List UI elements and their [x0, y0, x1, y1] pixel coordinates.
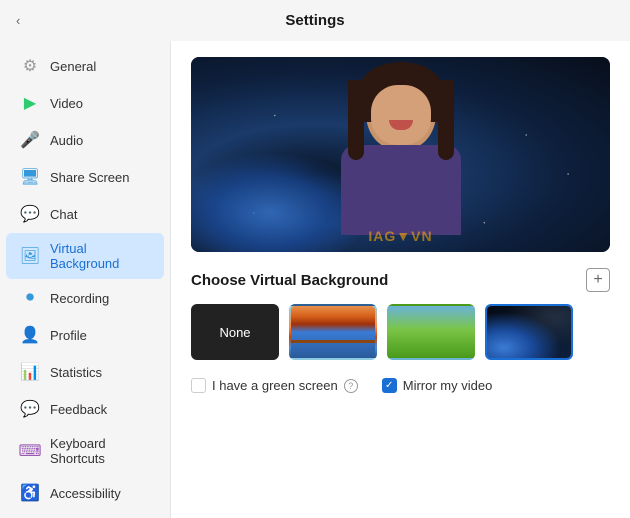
sidebar-icon-video: ▶	[20, 93, 40, 113]
person-preview	[331, 60, 471, 250]
sidebar-icon-profile: 👤	[20, 325, 40, 345]
sidebar-label-video: Video	[50, 96, 83, 111]
section-title: Choose Virtual Background	[191, 272, 388, 289]
sidebar-item-share-screen[interactable]: 🖥 Share Screen	[6, 159, 164, 195]
sidebar-item-chat[interactable]: 💬 Chat	[6, 196, 164, 232]
sidebar-label-virtual-background: Virtual Background	[50, 241, 150, 271]
person-hair-right	[438, 80, 454, 160]
person-smile	[389, 120, 413, 130]
sidebar-item-accessibility[interactable]: ♿ Accessibility	[6, 475, 164, 511]
sidebar-item-feedback[interactable]: 💬 Feedback	[6, 391, 164, 427]
video-bg: IAG▼VN	[191, 57, 610, 252]
sidebar-label-audio: Audio	[50, 133, 83, 148]
green-screen-text: I have a green screen	[212, 378, 338, 393]
sidebar-label-keyboard-shortcuts: Keyboard Shortcuts	[50, 436, 150, 466]
person-hair-left	[348, 80, 364, 160]
back-button[interactable]: ‹	[16, 13, 20, 28]
sidebar-icon-audio: 🎤	[20, 130, 40, 150]
sidebar-item-keyboard-shortcuts[interactable]: ⌨ Keyboard Shortcuts	[6, 428, 164, 474]
green-screen-label[interactable]: I have a green screen ?	[191, 378, 358, 393]
mirror-video-checkbox[interactable]	[382, 378, 397, 393]
sidebar-item-recording[interactable]: ⏺ Recording	[6, 280, 164, 316]
sidebar-icon-chat: 💬	[20, 204, 40, 224]
sidebar-icon-general: ⚙	[20, 56, 40, 76]
sidebar: ⚙ General ▶ Video 🎤 Audio 🖥 Share Screen…	[0, 41, 170, 518]
person-face	[371, 85, 431, 145]
person-head	[366, 70, 436, 150]
sidebar-label-accessibility: Accessibility	[50, 486, 121, 501]
green-screen-checkbox[interactable]	[191, 378, 206, 393]
video-preview: IAG▼VN	[191, 57, 610, 252]
sidebar-item-statistics[interactable]: 📊 Statistics	[6, 354, 164, 390]
sidebar-item-virtual-background[interactable]: 🖼 Virtual Background	[6, 233, 164, 279]
content-area: IAG▼VN Choose Virtual Background + None …	[170, 41, 630, 518]
sidebar-label-feedback: Feedback	[50, 402, 107, 417]
page-title: Settings	[285, 12, 344, 29]
mirror-video-text: Mirror my video	[403, 378, 493, 393]
sidebar-icon-feedback: 💬	[20, 399, 40, 419]
sidebar-item-general[interactable]: ⚙ General	[6, 48, 164, 84]
sidebar-label-recording: Recording	[50, 291, 109, 306]
sidebar-label-general: General	[50, 59, 96, 74]
sidebar-label-statistics: Statistics	[50, 365, 102, 380]
sidebar-icon-virtual-background: 🖼	[20, 246, 40, 266]
bg-option-grass[interactable]	[387, 304, 475, 360]
sidebar-label-share-screen: Share Screen	[50, 170, 130, 185]
add-background-button[interactable]: +	[586, 268, 610, 292]
sidebar-icon-statistics: 📊	[20, 362, 40, 382]
bottom-options: I have a green screen ? Mirror my video	[191, 378, 610, 393]
bg-option-bridge[interactable]	[289, 304, 377, 360]
section-title-row: Choose Virtual Background +	[191, 268, 610, 292]
bg-option-none[interactable]: None	[191, 304, 279, 360]
sidebar-item-audio[interactable]: 🎤 Audio	[6, 122, 164, 158]
info-icon[interactable]: ?	[344, 379, 358, 393]
bg-option-space[interactable]	[485, 304, 573, 360]
sidebar-label-chat: Chat	[50, 207, 77, 222]
sidebar-icon-recording: ⏺	[20, 288, 40, 308]
sidebar-icon-keyboard-shortcuts: ⌨	[20, 441, 40, 461]
main-content: ⚙ General ▶ Video 🎤 Audio 🖥 Share Screen…	[0, 41, 630, 518]
background-options: None	[191, 304, 610, 360]
title-bar: ‹ Settings	[0, 0, 630, 41]
sidebar-label-profile: Profile	[50, 328, 87, 343]
sidebar-icon-share-screen: 🖥	[20, 167, 40, 187]
mirror-video-label[interactable]: Mirror my video	[382, 378, 493, 393]
watermark: IAG▼VN	[368, 228, 432, 244]
sidebar-item-profile[interactable]: 👤 Profile	[6, 317, 164, 353]
sidebar-item-video[interactable]: ▶ Video	[6, 85, 164, 121]
sidebar-icon-accessibility: ♿	[20, 483, 40, 503]
